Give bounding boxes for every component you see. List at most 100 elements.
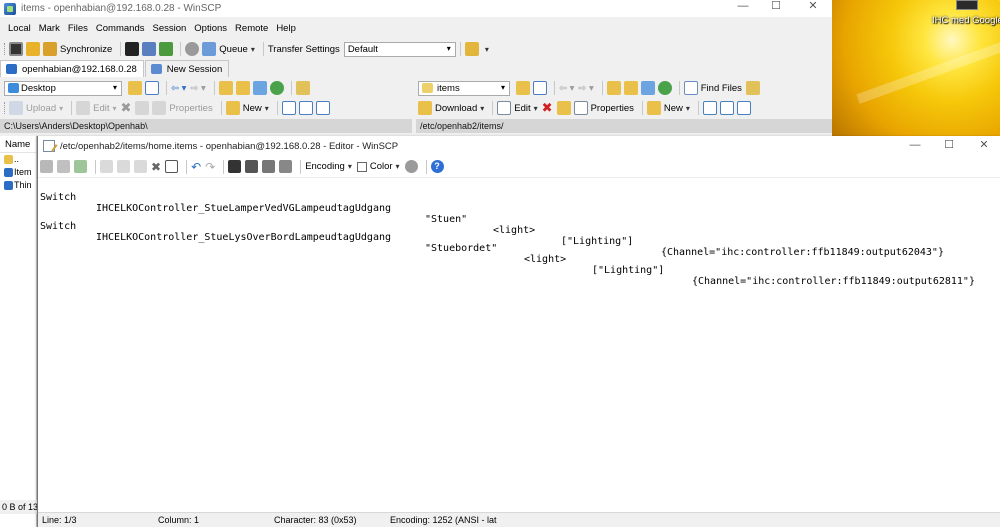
remote-properties-button[interactable]: Properties [573, 101, 634, 115]
local-delete-button[interactable]: ✖ [121, 100, 132, 116]
encoding-dropdown[interactable]: Encoding [305, 161, 352, 172]
rename-icon[interactable] [556, 101, 571, 115]
gear-icon[interactable] [404, 160, 418, 173]
color-dropdown[interactable]: Color [356, 161, 400, 172]
menu-help[interactable]: Help [272, 21, 300, 36]
editor-minimize-button[interactable]: — [900, 139, 930, 154]
find-files-icon[interactable] [295, 81, 310, 95]
editor-status-bar: Line: 1/3 Column: 1 Character: 83 (0x53)… [38, 512, 1000, 527]
local-path-bar[interactable]: C:\Users\Anders\Desktop\Openhab\ [0, 119, 412, 133]
home-icon[interactable] [252, 81, 267, 95]
forward-button[interactable]: ⇨ ▾ [578, 83, 593, 94]
invert-selection-icon[interactable] [315, 101, 330, 115]
save-all-icon[interactable] [57, 160, 70, 173]
open-folder-icon[interactable] [128, 81, 142, 95]
desktop-shortcut-label[interactable]: IHC med Google [932, 15, 1000, 26]
refresh-icon[interactable] [657, 81, 672, 95]
menu-files[interactable]: Files [64, 21, 92, 36]
save-icon[interactable] [40, 160, 53, 173]
putty-icon[interactable] [142, 42, 157, 56]
list-item[interactable]: .. [0, 153, 36, 166]
column-header-name[interactable]: Name [0, 136, 36, 153]
tab-session[interactable]: openhabian@192.168.0.28 [0, 60, 144, 77]
root-dir-icon[interactable] [235, 81, 250, 95]
tab-new-session[interactable]: New Session [144, 60, 230, 77]
invert-selection-icon[interactable] [736, 101, 751, 115]
queue-button[interactable]: Queue [202, 42, 255, 56]
home-icon[interactable] [640, 81, 655, 95]
help-icon[interactable]: ? [430, 160, 444, 173]
upload-button[interactable]: Upload [9, 101, 63, 115]
folders-compare-icon[interactable] [26, 42, 40, 56]
redo-icon[interactable]: ↷ [205, 160, 215, 174]
select-all-icon[interactable] [702, 101, 717, 115]
unselect-icon[interactable] [719, 101, 734, 115]
menu-local[interactable]: Local [0, 21, 35, 36]
select-all-icon[interactable] [281, 101, 296, 115]
editor-close-button[interactable]: ✕ [969, 139, 999, 154]
list-item[interactable]: Item [0, 166, 36, 179]
delete-icon[interactable]: ✖ [151, 160, 161, 174]
screen-icon[interactable] [159, 42, 174, 56]
forward-button[interactable]: ⇨ ▾ [190, 83, 205, 94]
remote-location-select[interactable]: items [418, 80, 510, 96]
refresh-icon[interactable] [269, 81, 284, 95]
local-location-select[interactable]: Desktop [4, 80, 122, 96]
remote-new-button[interactable]: New [646, 101, 690, 115]
local-edit-button[interactable]: Edit [76, 101, 116, 115]
remote-edit-button[interactable]: Edit [497, 101, 537, 115]
maximize-button[interactable]: ☐ [761, 0, 791, 15]
color-checkbox[interactable] [356, 161, 367, 172]
open-folder-icon[interactable] [516, 81, 530, 95]
list-item[interactable]: Thin [0, 179, 36, 192]
back-button[interactable]: ⇦ ▾ [559, 83, 574, 94]
menu-remote[interactable]: Remote [231, 21, 272, 36]
encoding-label: Encoding [305, 161, 345, 172]
menu-options[interactable]: Options [190, 21, 231, 36]
transfer-settings-select[interactable]: Default [343, 41, 456, 57]
undo-icon[interactable]: ↶ [191, 160, 201, 174]
reload-icon[interactable] [74, 160, 87, 173]
replace-icon[interactable] [245, 160, 259, 173]
panels-icon[interactable] [9, 42, 23, 56]
filter-icon[interactable] [145, 81, 159, 95]
copy-icon[interactable] [100, 160, 113, 173]
editor-app-icon [43, 140, 55, 152]
gear-icon[interactable] [185, 42, 200, 56]
remote-path-bar[interactable]: /etc/openhab2/items/ [416, 119, 832, 133]
close-button[interactable]: ✕ [798, 0, 828, 15]
paste-icon[interactable] [134, 160, 147, 173]
rename-icon[interactable] [135, 101, 150, 115]
menu-commands[interactable]: Commands [92, 21, 149, 36]
tree-icon[interactable] [745, 81, 760, 95]
root-dir-icon[interactable] [623, 81, 638, 95]
minimize-button[interactable]: — [728, 0, 758, 15]
terminal-icon[interactable] [125, 42, 140, 56]
download-button[interactable]: Download [418, 101, 484, 115]
local-properties-button[interactable]: Properties [152, 101, 213, 115]
menu-mark[interactable]: Mark [35, 21, 64, 36]
local-new-button[interactable]: New [225, 101, 269, 115]
toolbar-grip[interactable] [4, 43, 6, 55]
remote-delete-button[interactable]: ✖ [542, 100, 553, 116]
filter-icon[interactable] [533, 81, 547, 95]
desktop-shortcut-icon[interactable] [956, 0, 978, 10]
find-files-button[interactable]: Find Files [683, 81, 742, 95]
find-next-icon[interactable] [262, 160, 276, 173]
goto-line-icon[interactable] [279, 160, 293, 173]
parent-folder-icon [4, 155, 13, 164]
menu-session[interactable]: Session [148, 21, 190, 36]
synchronize-button[interactable]: Synchronize [43, 42, 112, 56]
remote-file-toolbar: Download Edit ✖ Properties New [418, 98, 832, 118]
transfer-preset-button[interactable] [464, 42, 489, 56]
editor-maximize-button[interactable]: ☐ [934, 139, 964, 154]
cut-icon[interactable] [117, 160, 130, 173]
select-all-icon[interactable] [165, 160, 179, 173]
parent-dir-icon[interactable] [606, 81, 621, 95]
unselect-icon[interactable] [298, 101, 313, 115]
parent-dir-icon[interactable] [218, 81, 233, 95]
find-icon[interactable] [228, 160, 242, 173]
find-files-label: Find Files [700, 82, 742, 94]
toolbar-grip[interactable] [4, 102, 6, 114]
back-button[interactable]: ⇦ ▾ [171, 83, 186, 94]
